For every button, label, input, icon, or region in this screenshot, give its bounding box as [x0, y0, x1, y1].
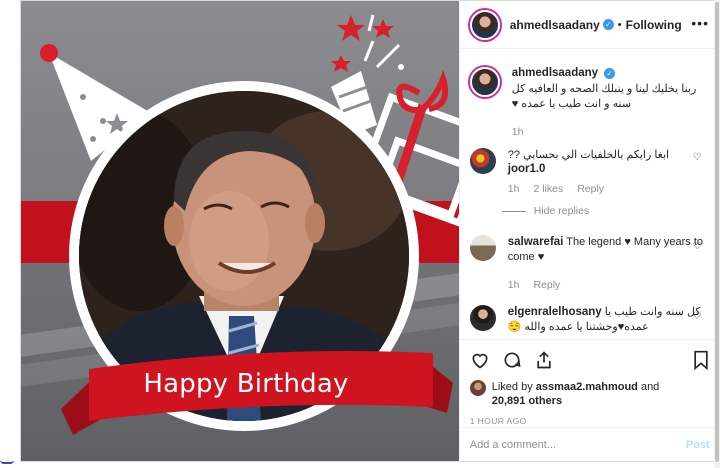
verified-badge-icon: ✓: [602, 19, 614, 30]
comment-text: ابغا رايكم بالخلفيات الي بحسابي ??: [507, 149, 670, 161]
post-side-panel: ahmedlsaadany ✓ • Following ••• ahmedlsa…: [459, 1, 720, 461]
scrollbar-thumb[interactable]: [715, 2, 719, 462]
post-timestamp[interactable]: 1 HOUR AGO: [470, 416, 710, 426]
share-icon[interactable]: [534, 350, 554, 370]
post-comment-button[interactable]: Post: [686, 439, 710, 451]
likes-others-count[interactable]: 20,891 others: [492, 395, 562, 407]
comment-username[interactable]: joor1.0: [508, 163, 546, 175]
separator-dot: •: [617, 18, 622, 31]
post-image[interactable]: Happy Birthday: [21, 1, 460, 461]
liker-username[interactable]: assmaa2.mahmoud: [536, 381, 638, 393]
comment-item: ابغا رايكم بالخلفيات الي بحسابي ?? joor1…: [460, 148, 720, 195]
comment-input[interactable]: [469, 438, 686, 451]
comment-like-heart-icon[interactable]: ♡: [693, 152, 702, 163]
comment-item: elgenralelhosany كل سنه وانت طيب يا عمده…: [460, 305, 720, 335]
following-button[interactable]: Following: [626, 18, 682, 32]
post-actions: Liked by assmaa2.mahmoud and 20,891 othe…: [459, 339, 720, 426]
reply-button[interactable]: Reply: [533, 279, 560, 291]
post-header: ahmedlsaadany ✓ • Following •••: [459, 1, 719, 49]
comment-avatar[interactable]: [469, 148, 496, 174]
comment-meta: 1h: [512, 126, 710, 138]
reply-button[interactable]: Reply: [577, 183, 604, 195]
comment-item: salwarefai The legend ♥ Many years to co…: [460, 235, 720, 291]
comment-like-heart-icon[interactable]: ♡: [693, 241, 702, 252]
instagram-post: Happy Birthday ahmedlsaadany ✓ • Followi…: [20, 0, 720, 462]
hide-replies-label: Hide replies: [533, 205, 590, 217]
likes-summary: Liked by assmaa2.mahmoud and 20,891 othe…: [469, 380, 710, 408]
add-comment-bar: Post: [459, 427, 720, 461]
heart-icon[interactable]: [470, 350, 490, 370]
comment-avatar[interactable]: [469, 235, 496, 261]
author-avatar[interactable]: [469, 9, 500, 40]
caption-comment: ahmedlsaadany ✓ ربنا يخليك لينا و ينبلك …: [460, 67, 720, 138]
comment-text: ربنا يخليك لينا و ينبلك الصحه و العافيه …: [511, 83, 697, 110]
comments-list[interactable]: ahmedlsaadany ✓ ربنا يخليك لينا و ينبلك …: [460, 57, 720, 339]
liker-avatar[interactable]: [469, 380, 486, 396]
comment-username[interactable]: ahmedlsaadany: [512, 67, 598, 79]
comment-like-heart-icon[interactable]: ♡: [693, 311, 702, 322]
comment-avatar[interactable]: [469, 305, 496, 331]
more-options-icon[interactable]: •••: [691, 15, 709, 31]
comment-username[interactable]: elgenralelhosany: [508, 306, 602, 318]
comment-time[interactable]: 1h: [508, 183, 520, 195]
comment-meta: 1h Reply: [508, 279, 710, 291]
verified-badge-icon: ✓: [604, 68, 616, 79]
bookmark-icon[interactable]: [692, 350, 710, 370]
author-username[interactable]: ahmedlsaadany: [510, 18, 600, 32]
hide-replies-button[interactable]: Hide replies: [501, 205, 720, 217]
window-scrollbar[interactable]: [714, 0, 720, 468]
replies-divider-line: [501, 210, 526, 212]
comment-likes-count[interactable]: 2 likes: [533, 183, 563, 195]
likes-connector: and: [637, 381, 660, 393]
comment-meta: 1h 2 likes Reply: [508, 183, 710, 195]
liked-by-prefix: Liked by: [491, 381, 536, 393]
comment-username[interactable]: salwarefai: [508, 236, 564, 248]
comment-avatar[interactable]: [469, 67, 500, 97]
happy-birthday-text: Happy Birthday: [143, 369, 349, 399]
comment-icon[interactable]: [502, 350, 522, 370]
comment-time[interactable]: 1h: [512, 126, 524, 138]
comment-time[interactable]: 1h: [508, 279, 520, 291]
corner-mark: [0, 460, 14, 464]
action-icons: [470, 348, 710, 372]
